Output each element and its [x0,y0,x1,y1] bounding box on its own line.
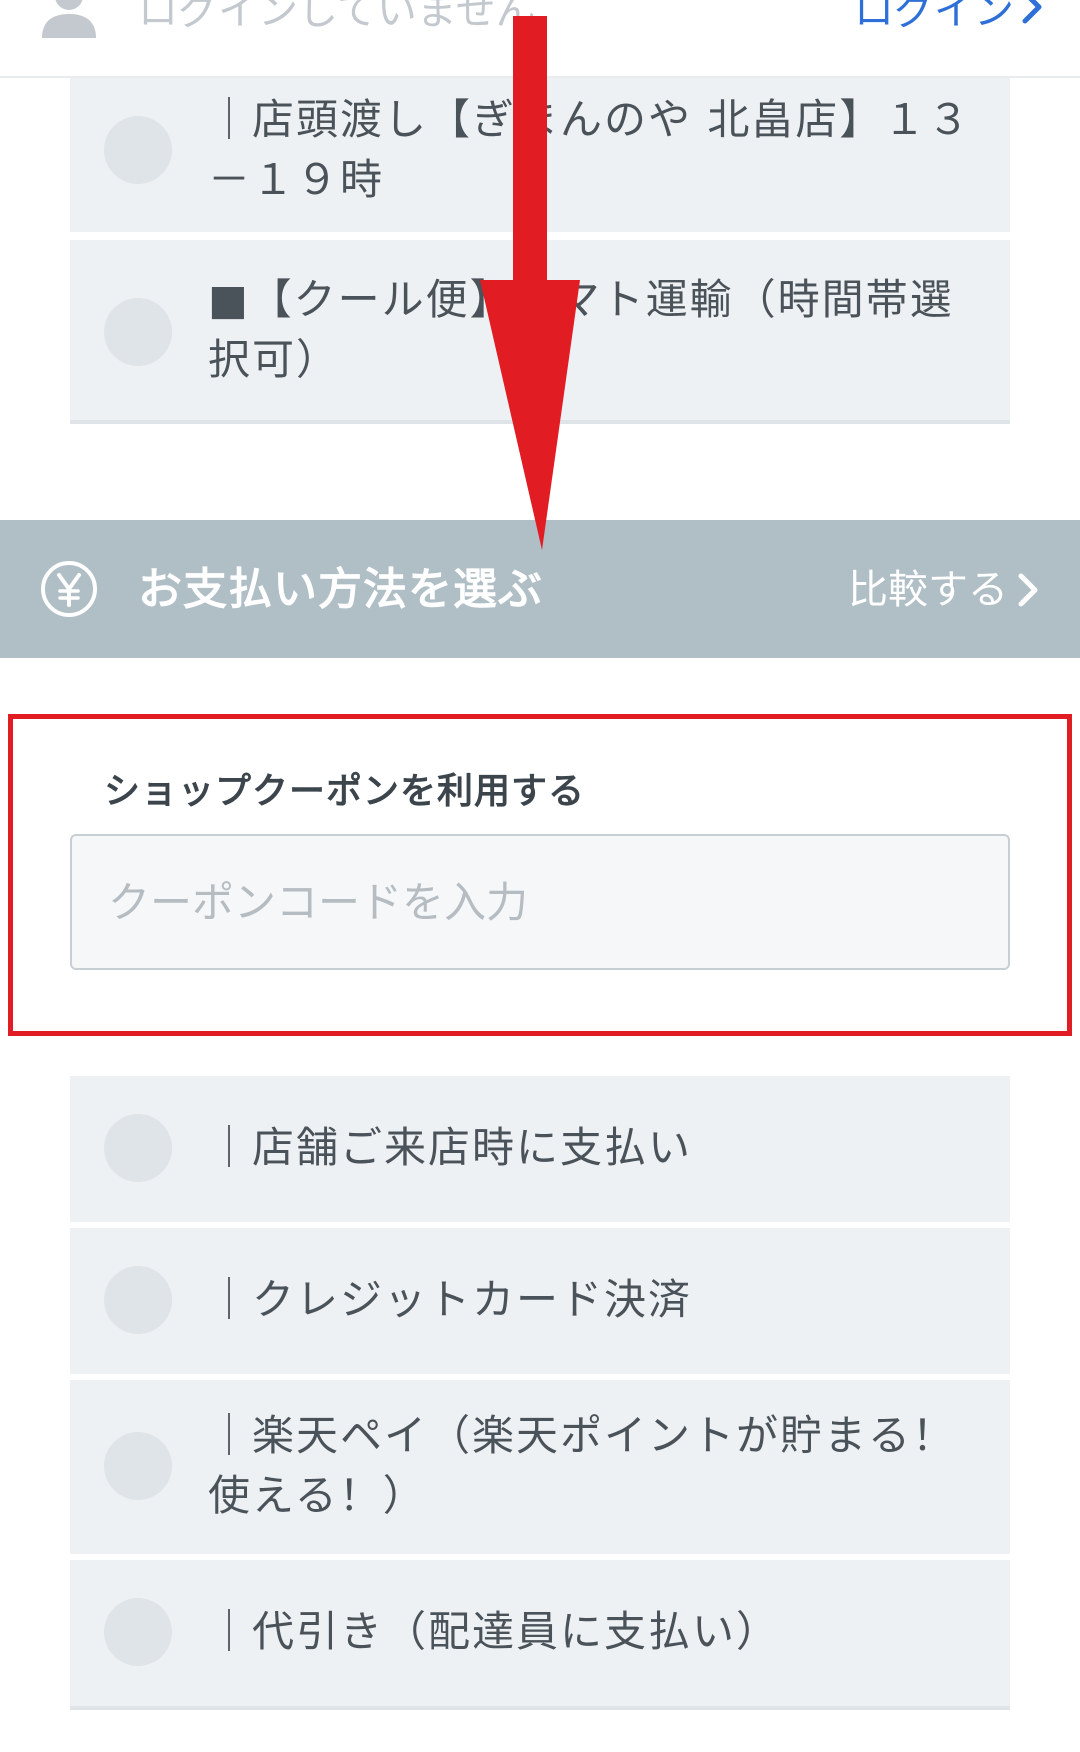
shipping-option-label: ■【クール便】ヤマト運輸（時間帯選択可） [208,275,954,384]
compare-link[interactable]: 比較する [848,560,1040,620]
radio-button[interactable] [104,1598,172,1666]
login-bar: ログインしていません ログイン [0,0,1080,78]
yen-circle-icon [41,561,97,617]
payment-option[interactable]: ｜店舗ご来店時に支払い [70,1076,1010,1222]
login-status-text: ログインしていません [138,0,536,34]
chevron-right-icon [1022,0,1042,24]
shipping-option[interactable]: ｜店頭渡し【ぎまんのや 北畠店】１３－１９時 [70,76,1010,234]
shop-coupon-section: ショップクーポンを利用する [0,700,1080,1040]
login-link[interactable]: ログイン [854,0,1044,36]
payment-option-label: ｜クレジットカード決済 [208,1275,693,1324]
payment-option-label: ｜楽天ペイ（楽天ポイントが貯まる！使える！） [208,1411,957,1520]
payment-option[interactable]: ｜楽天ペイ（楽天ポイントが貯まる！使える！） [70,1380,1010,1554]
radio-button[interactable] [104,116,172,184]
coupon-code-input[interactable] [70,834,1010,970]
shipping-option-label: ｜店頭渡し【ぎまんのや 北畠店】１３－１９時 [208,95,972,204]
payment-section-title: お支払い方法を選ぶ [138,564,543,615]
radio-button[interactable] [104,1114,172,1182]
chevron-right-icon [1018,573,1038,607]
shop-coupon-label: ショップクーポンを利用する [104,771,586,812]
compare-link-label: 比較する [848,567,1008,613]
payment-options-list: ｜店舗ご来店時に支払い ｜クレジットカード決済 ｜楽天ペイ（楽天ポイントが貯まる… [70,1070,1010,1720]
payment-option[interactable]: ｜代引き（配達員に支払い） [70,1560,1010,1710]
payment-option-label: ｜店舗ご来店時に支払い [208,1123,693,1172]
payment-section-header: お支払い方法を選ぶ 比較する [0,520,1080,658]
shipping-option[interactable]: ■【クール便】ヤマト運輸（時間帯選択可） [70,240,1010,424]
payment-option[interactable]: ｜クレジットカード決済 [70,1228,1010,1374]
user-icon [42,0,96,38]
payment-option-label: ｜代引き（配達員に支払い） [208,1607,781,1656]
radio-button[interactable] [104,1432,172,1500]
radio-button[interactable] [104,1266,172,1334]
radio-button[interactable] [104,298,172,366]
login-link-label: ログイン [854,0,1014,34]
